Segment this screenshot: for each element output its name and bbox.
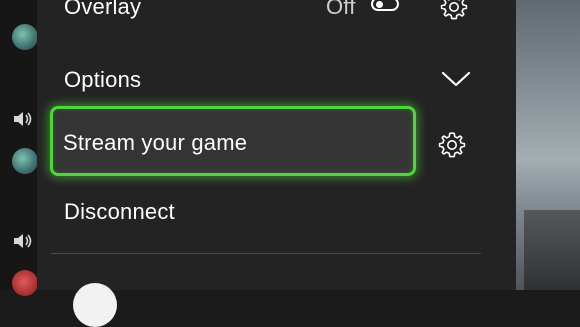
options-label: Options: [64, 67, 142, 92]
overlay-state-label: Off: [326, 0, 356, 19]
party-member-avatar[interactable]: [12, 270, 38, 296]
gear-icon[interactable]: [438, 131, 466, 159]
party-member-avatar[interactable]: [12, 24, 38, 50]
overlay-toggle[interactable]: [371, 0, 399, 11]
overlay-label: Overlay: [64, 0, 142, 19]
toggle-knob: [376, 1, 383, 8]
background-structure: [524, 210, 580, 290]
chevron-down-icon[interactable]: [441, 70, 471, 88]
stream-your-game-label: Stream your game: [63, 130, 248, 155]
speaker-icon: [14, 234, 32, 248]
disconnect-button[interactable]: Disconnect: [64, 199, 175, 225]
party-member-avatar[interactable]: [12, 148, 38, 174]
divider: [51, 253, 481, 254]
gear-icon[interactable]: [440, 0, 468, 21]
capture-menu-panel: Overlay Off Options Stream your game Dis…: [37, 0, 516, 327]
speaker-icon: [14, 112, 32, 126]
game-background: [516, 0, 580, 290]
party-sidebar: [0, 0, 38, 296]
